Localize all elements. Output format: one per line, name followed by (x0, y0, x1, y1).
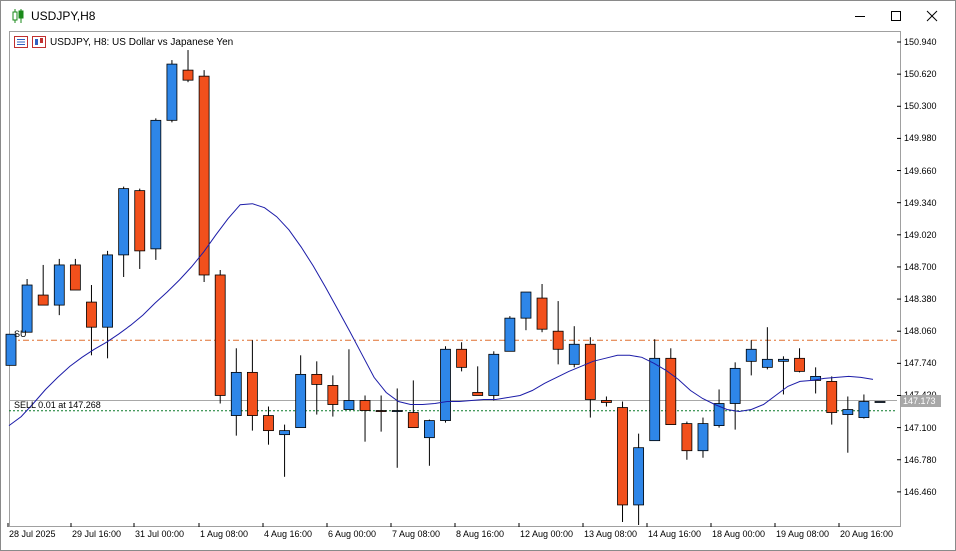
candle-body (134, 190, 146, 252)
time-tick-label: 19 Aug 08:00 (776, 529, 830, 539)
candle-body (327, 385, 339, 405)
price-tick-label: 149.980 (904, 133, 937, 144)
candle-body (424, 420, 435, 439)
price-tick-label: 149.340 (904, 197, 937, 208)
time-tick-label: 13 Aug 08:00 (584, 529, 638, 539)
candle-body (86, 301, 97, 328)
candle-body (21, 284, 33, 333)
price-tick-label: 148.380 (904, 294, 937, 305)
left-marker-label: SU (14, 329, 27, 339)
price-tick-label: 148.700 (904, 261, 937, 272)
candle-body (778, 358, 789, 362)
candle-body (182, 69, 194, 81)
candle-body (584, 343, 596, 400)
candlestick-chart (5, 41, 901, 527)
candle-body (375, 410, 387, 412)
candle-body (842, 409, 854, 415)
time-tick-label: 1 Aug 08:00 (200, 529, 249, 539)
time-tick-label: 7 Aug 08:00 (392, 529, 441, 539)
candle-body (343, 400, 355, 410)
candle-body (279, 430, 290, 436)
price-tick-label: 150.620 (904, 69, 937, 80)
time-tick-label: 4 Aug 16:00 (264, 529, 313, 539)
candle-body (295, 373, 307, 429)
candle-body (681, 423, 693, 452)
candle-body (53, 264, 65, 306)
candle-body (568, 343, 580, 365)
candle-body (150, 119, 162, 250)
candle-body (665, 357, 677, 425)
candle-body (874, 401, 886, 403)
candle-body (69, 264, 81, 291)
candle-body (520, 291, 532, 319)
candle-body (601, 400, 612, 403)
candle-body (794, 357, 805, 372)
candle-body (729, 367, 741, 404)
current-price-tag: 147.173 (901, 395, 941, 407)
time-tick-label: 6 Aug 00:00 (328, 529, 377, 539)
candle-body (858, 401, 870, 418)
candle-body (472, 392, 484, 396)
time-tick-label: 20 Aug 16:00 (840, 529, 894, 539)
price-tick-label: 150.940 (904, 37, 937, 47)
candle-body (617, 407, 628, 506)
candle-body (456, 348, 467, 368)
current-price-text: 147.173 (903, 396, 936, 406)
candle-body (488, 353, 500, 396)
candle-body (359, 400, 371, 411)
price-tick-label: 149.660 (904, 165, 937, 176)
candle-body (552, 330, 564, 350)
candle-body (745, 348, 757, 362)
price-tick-label: 147.100 (904, 422, 937, 433)
time-tick-label: 29 Jul 16:00 (72, 529, 122, 539)
time-tick-label: 12 Aug 00:00 (520, 529, 574, 539)
price-tick-label: 149.020 (904, 229, 937, 240)
candle-body (504, 317, 516, 352)
candle-body (391, 410, 403, 412)
candle-body (166, 63, 178, 121)
candle-body (407, 412, 419, 429)
candle-body (102, 254, 113, 328)
time-tick-label: 28 Jul 2025 (9, 529, 56, 539)
time-tick-label: 8 Aug 16:00 (456, 529, 505, 539)
candle-body (198, 75, 210, 276)
price-tick-label: 146.460 (904, 486, 937, 497)
candle-body (230, 371, 242, 416)
candle-body (697, 423, 709, 452)
candle-body (214, 274, 226, 396)
candle-body (633, 447, 645, 506)
time-tick-label: 31 Jul 00:00 (135, 529, 185, 539)
candle-body (311, 373, 323, 385)
candle-body (118, 188, 130, 256)
candle-body (440, 348, 451, 421)
price-tick-label: 148.060 (904, 326, 937, 337)
price-tick-label: 150.300 (904, 101, 937, 112)
price-tick-label: 147.740 (904, 358, 937, 369)
sell-trade-label[interactable]: SELL 0.01 at 147.268 (14, 400, 101, 410)
candle-body (649, 357, 661, 442)
candle-body (713, 403, 725, 426)
time-tick-label: 14 Aug 16:00 (648, 529, 702, 539)
candle-body (37, 294, 49, 306)
candle-body (263, 415, 274, 432)
candle-body (536, 297, 548, 330)
candle-body (826, 381, 838, 413)
time-tick-label: 18 Aug 00:00 (712, 529, 766, 539)
chart-window: USDJPY,H8 USDJPY, H8: US Dollar vs Japan… (0, 0, 956, 551)
price-tick-label: 146.780 (904, 454, 937, 465)
candle-body (246, 371, 258, 416)
candle-body (761, 358, 773, 368)
